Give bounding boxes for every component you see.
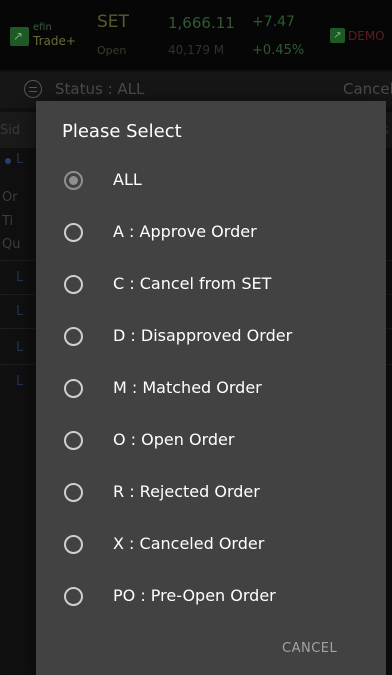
index-change: +7.47 [252, 14, 295, 30]
option-matched-order[interactable]: M : Matched Order [36, 363, 386, 415]
option-label: D : Disapproved Order [113, 326, 293, 345]
quantity-label: Qu [2, 237, 21, 252]
option-pre-open-order[interactable]: PO : Pre-Open Order [36, 571, 386, 623]
row-indicator-dot [5, 158, 11, 164]
logo-text-bottom: Trade+ [33, 34, 76, 48]
status-select-dialog: Please Select ALL A : Approve Order C : … [36, 101, 386, 675]
option-rejected-order[interactable]: R : Rejected Order [36, 467, 386, 519]
list-circle-icon [24, 80, 42, 98]
option-label: X : Canceled Order [113, 534, 265, 553]
demo-label: DEMO [348, 28, 385, 43]
status-filter-text: Status : ALL [55, 80, 145, 98]
list-item: L [16, 270, 24, 285]
option-approve-order[interactable]: A : Approve Order [36, 207, 386, 259]
index-value: 1,666.11 [168, 14, 235, 32]
radio-button-icon[interactable] [64, 223, 83, 242]
list-item: L [16, 304, 24, 319]
radio-button-icon[interactable] [64, 587, 83, 606]
radio-button-icon[interactable] [64, 327, 83, 346]
efin-trade-logo: ↗ efin Trade+ [10, 22, 92, 52]
radio-button-icon[interactable] [64, 275, 83, 294]
option-label: A : Approve Order [113, 222, 257, 241]
status-cancel-text: Cancel [343, 80, 392, 98]
dialog-title: Please Select [62, 121, 182, 142]
option-label: ALL [113, 170, 142, 189]
option-label: R : Rejected Order [113, 482, 260, 501]
market-session: Open [97, 44, 127, 57]
list-item: L [16, 152, 24, 167]
radio-button-icon[interactable] [64, 379, 83, 398]
option-open-order[interactable]: O : Open Order [36, 415, 386, 467]
market-name: SET [97, 12, 129, 32]
radio-button-icon[interactable] [64, 171, 83, 190]
index-volume: 40,179 M [168, 43, 225, 57]
order-label: Or [2, 190, 18, 205]
option-cancel-from-set[interactable]: C : Cancel from SET [36, 259, 386, 311]
radio-button-icon[interactable] [64, 535, 83, 554]
radio-button-icon[interactable] [64, 431, 83, 450]
option-label: PO : Pre-Open Order [113, 586, 276, 605]
logo-text-top: efin [33, 22, 52, 33]
time-label: Ti [2, 214, 14, 229]
option-canceled-order[interactable]: X : Canceled Order [36, 519, 386, 571]
list-item: L [16, 374, 24, 389]
market-header: ↗ efin Trade+ SET Open 1,666.11 40,179 M… [0, 0, 392, 70]
index-change-percent: +0.45% [252, 43, 305, 58]
demo-badge: ↗ DEMO [330, 28, 385, 43]
column-side: Sid [0, 123, 21, 138]
option-label: M : Matched Order [113, 378, 262, 397]
option-label: C : Cancel from SET [113, 274, 272, 293]
cancel-button[interactable]: CANCEL [282, 641, 337, 656]
radio-button-icon[interactable] [64, 483, 83, 502]
list-item: L [16, 340, 24, 355]
option-disapproved-order[interactable]: D : Disapproved Order [36, 311, 386, 363]
option-label: O : Open Order [113, 430, 235, 449]
efin-trade-logo-icon: ↗ [10, 27, 29, 46]
demo-logo-icon: ↗ [330, 28, 345, 43]
option-all[interactable]: ALL [36, 155, 386, 207]
